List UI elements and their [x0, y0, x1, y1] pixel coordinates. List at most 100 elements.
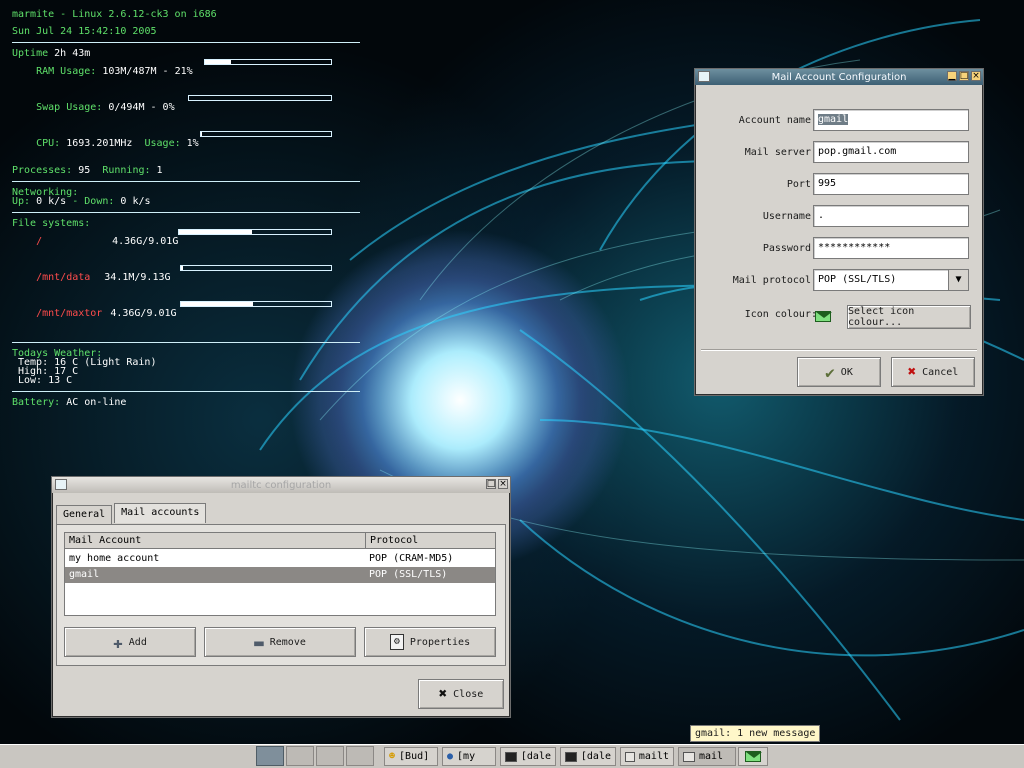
cancel-button[interactable]: ✖ Cancel: [891, 357, 975, 387]
workspace-4[interactable]: [346, 746, 374, 766]
protocol-label: Mail protocol:: [732, 275, 817, 286]
processes-value: 95: [78, 165, 91, 176]
username-label: Username:: [762, 211, 817, 222]
add-button-label: Add: [128, 636, 147, 648]
add-button[interactable]: ✚ Add: [64, 627, 196, 657]
workspace-switcher: [256, 746, 378, 766]
up-label: Up:: [12, 196, 31, 207]
account-cell: gmail: [69, 569, 100, 580]
table-row[interactable]: gmail POP (SSL/TLS): [65, 567, 495, 583]
cpu-usage-value: 1%: [186, 138, 199, 149]
buddy-icon: ☻: [389, 751, 396, 762]
task-buddy[interactable]: ☻ [Bud]: [384, 747, 438, 766]
mail-account-column-header[interactable]: Mail Account: [65, 533, 365, 549]
host-line: marmite - Linux 2.6.12-ck3 on i686: [12, 9, 217, 20]
mail-server-input[interactable]: pop.gmail.com: [813, 141, 969, 163]
fs-maxtor: /mnt/maxtor 4.36G/9.01G: [12, 300, 362, 336]
battery-line: Battery: AC on-line: [12, 397, 362, 408]
window-controls: □ ×: [486, 479, 508, 489]
cpu-label: CPU:: [36, 138, 61, 149]
cpu-line: CPU: 1693.201MHz Usage: 1%: [12, 130, 362, 166]
cpu-bar-fill: [201, 132, 203, 136]
workspace-2[interactable]: [286, 746, 314, 766]
ok-button[interactable]: ✔ OK: [797, 357, 881, 387]
swap-value: 0/494M - 0%: [108, 102, 175, 113]
mail-tray-icon-button[interactable]: [738, 747, 768, 766]
minimize-button[interactable]: ▁: [947, 71, 957, 81]
table-row[interactable]: my home account POP (CRAM-MD5): [65, 551, 495, 567]
fs-data-value: 34.1M/9.13G: [104, 272, 171, 283]
close-button[interactable]: ×: [971, 71, 981, 81]
fs-data-bar-fill: [181, 266, 183, 270]
mailtc-titlebar[interactable]: mailtc configuration □ ×: [52, 477, 510, 493]
task-mail-account[interactable]: mail: [678, 747, 736, 766]
account-name-input[interactable]: gmail: [813, 109, 969, 131]
task-label: [Bud]: [399, 751, 430, 762]
window-icon: [683, 751, 695, 762]
close-button[interactable]: ×: [498, 479, 508, 489]
mail-account-titlebar[interactable]: Mail Account Configuration ▁ □ ×: [695, 69, 983, 85]
tab-bar: General Mail accounts: [56, 503, 207, 525]
task-browser[interactable]: ● [my: [442, 747, 496, 766]
ram-bar: [204, 59, 332, 65]
task-terminal-1[interactable]: [dale: [500, 747, 556, 766]
remove-button-label: Remove: [269, 636, 306, 648]
mailtc-window-title: mailtc configuration: [230, 479, 332, 491]
account-cell: my home account: [69, 553, 160, 564]
filesystems-heading: File systems:: [12, 218, 91, 229]
fs-data-bar: [180, 265, 332, 271]
account-name-label: Account name:: [738, 115, 817, 126]
maximize-button[interactable]: □: [959, 71, 969, 81]
properties-button-label: Properties: [409, 636, 471, 648]
button-divider: [701, 349, 977, 350]
task-mailtc[interactable]: mailt: [620, 747, 674, 766]
separator: [12, 342, 360, 343]
port-input[interactable]: 995: [813, 173, 969, 195]
remove-button[interactable]: ▬ Remove: [204, 627, 356, 657]
workspace-3[interactable]: [316, 746, 344, 766]
cpu-usage-label: Usage:: [144, 138, 181, 149]
ram-bar-fill: [205, 60, 232, 64]
mail-server-label: Mail server:: [744, 147, 817, 158]
account-name-value: gmail: [818, 114, 849, 125]
mail-accounts-table[interactable]: Mail Account Protocol my home account PO…: [64, 532, 496, 616]
dropdown-arrow-icon: ▼: [948, 270, 968, 290]
protocol-select[interactable]: POP (SSL/TLS) ▼: [813, 269, 969, 291]
password-input[interactable]: ************: [813, 237, 969, 259]
protocol-cell: POP (CRAM-MD5): [369, 553, 454, 564]
add-plus-icon: ✚: [113, 632, 123, 652]
protocol-cell: POP (SSL/TLS): [369, 569, 448, 580]
tab-general[interactable]: General: [56, 505, 113, 525]
fs-data-mount: /mnt/data: [36, 272, 91, 283]
icon-colour-label: Icon colour:: [744, 309, 817, 320]
window-menu-icon[interactable]: [55, 479, 67, 490]
workspace-1[interactable]: [256, 746, 284, 766]
cpu-bar: [200, 131, 332, 137]
battery-value: AC on-line: [66, 397, 127, 408]
up-value: 0 k/s: [36, 196, 67, 207]
protocol-column-header[interactable]: Protocol: [365, 533, 495, 549]
username-input[interactable]: .: [813, 205, 969, 227]
properties-icon: ⚙: [389, 634, 404, 650]
terminal-icon: [565, 751, 577, 762]
mail-icon-colour-preview: [815, 311, 832, 322]
window-menu-icon[interactable]: [698, 71, 710, 82]
window-controls: ▁ □ ×: [947, 71, 981, 81]
fs-root-value: 4.36G/9.01G: [112, 236, 179, 247]
ok-check-icon: ✔: [825, 362, 835, 382]
down-label: - Down:: [72, 196, 115, 207]
maximize-button[interactable]: □: [486, 479, 496, 489]
close-x-icon: ✖: [438, 686, 448, 702]
separator: [12, 181, 360, 182]
close-button-label: Close: [453, 688, 484, 700]
globe-icon: ●: [447, 751, 454, 762]
running-label: Running:: [102, 165, 151, 176]
fs-data: /mnt/data 34.1M/9.13G: [12, 264, 362, 300]
close-button[interactable]: ✖ Close: [418, 679, 504, 709]
tab-mail-accounts[interactable]: Mail accounts: [114, 503, 207, 523]
window-icon: [625, 751, 635, 762]
properties-button[interactable]: ⚙ Properties: [364, 627, 496, 657]
task-terminal-2[interactable]: [dale: [560, 747, 616, 766]
ok-button-label: OK: [840, 366, 853, 378]
select-icon-colour-button[interactable]: Select icon colour...: [847, 305, 971, 329]
